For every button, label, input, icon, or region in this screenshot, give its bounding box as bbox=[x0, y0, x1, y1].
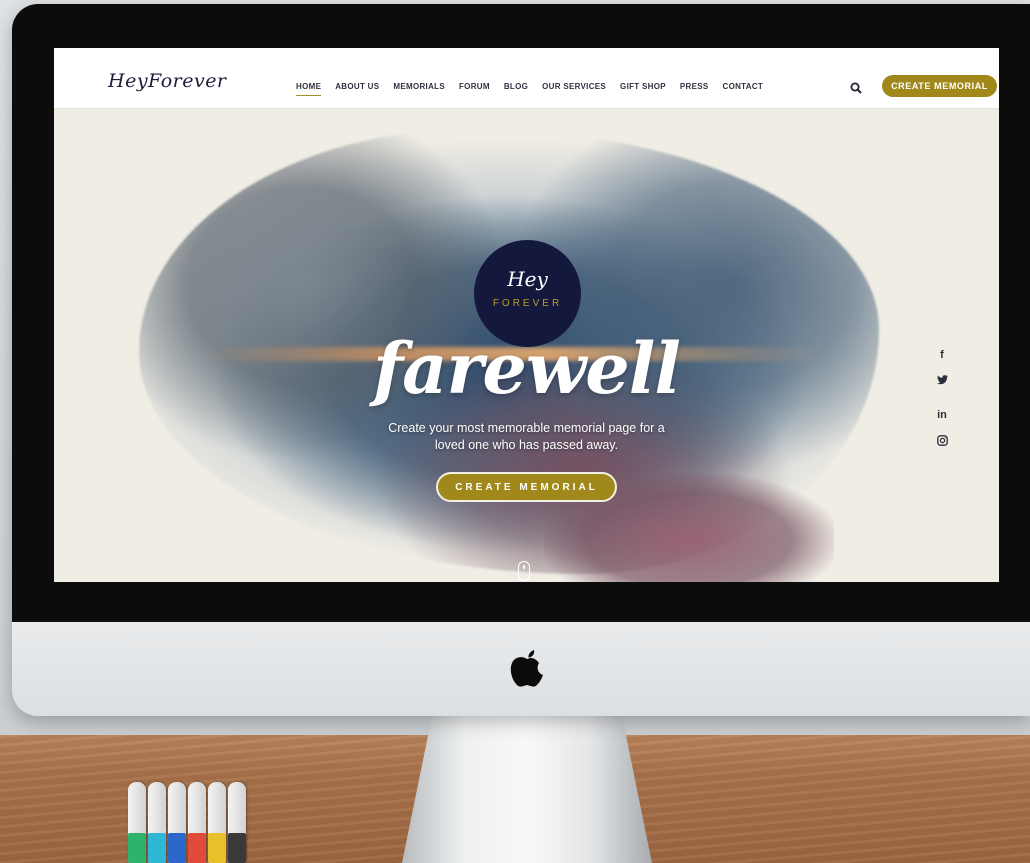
nav-item-gift-shop[interactable]: GIFT SHOP bbox=[613, 82, 673, 91]
hero-subline-line-1: Create your most memorable memorial page… bbox=[388, 421, 665, 435]
site-logo[interactable]: HeyForever bbox=[108, 70, 227, 92]
imac-stand bbox=[402, 716, 652, 863]
hero-section: Hey FOREVER farewell Create your most me… bbox=[54, 109, 999, 582]
badge-wordmark: FOREVER bbox=[492, 298, 563, 309]
marker bbox=[188, 782, 206, 863]
apple-logo-icon bbox=[510, 650, 543, 687]
nav-item-home[interactable]: HOME bbox=[289, 82, 328, 96]
marker bbox=[228, 782, 246, 863]
nav-item-memorials[interactable]: MEMORIALS bbox=[386, 82, 452, 91]
create-memorial-button-hero[interactable]: CREATE MEMORIAL bbox=[436, 472, 617, 502]
nav-item-our-services[interactable]: OUR SERVICES bbox=[535, 82, 613, 91]
top-navbar: HeyForever HOME ABOUT US MEMORIALS FORUM… bbox=[54, 48, 999, 109]
social-links: f in bbox=[932, 345, 952, 465]
nav-item-press[interactable]: PRESS bbox=[673, 82, 716, 91]
website-screen: HeyForever HOME ABOUT US MEMORIALS FORUM… bbox=[54, 48, 999, 582]
twitter-icon[interactable] bbox=[932, 375, 952, 395]
marker-set bbox=[128, 782, 258, 863]
marker bbox=[168, 782, 186, 863]
marker bbox=[148, 782, 166, 863]
nav-item-about-us[interactable]: ABOUT US bbox=[328, 82, 386, 91]
hero-subline: Create your most memorable memorial page… bbox=[54, 420, 999, 454]
badge-script-text: Hey bbox=[507, 267, 548, 291]
nav-item-contact[interactable]: CONTACT bbox=[716, 82, 771, 91]
nav-item-blog[interactable]: BLOG bbox=[497, 82, 535, 91]
linkedin-icon[interactable]: in bbox=[932, 405, 952, 425]
scroll-mouse-icon[interactable] bbox=[518, 561, 530, 581]
facebook-icon[interactable]: f bbox=[932, 345, 952, 365]
instagram-icon[interactable] bbox=[932, 435, 952, 455]
main-nav: HOME ABOUT US MEMORIALS FORUM BLOG OUR S… bbox=[289, 82, 771, 96]
create-memorial-button-header[interactable]: CREATE MEMORIAL bbox=[882, 75, 997, 97]
marker bbox=[128, 782, 146, 863]
marker bbox=[208, 782, 226, 863]
search-icon[interactable] bbox=[850, 82, 862, 94]
hero-subline-line-2: loved one who has passed away. bbox=[434, 438, 619, 452]
nav-item-forum[interactable]: FORUM bbox=[452, 82, 497, 91]
hero-headline: farewell bbox=[373, 327, 681, 410]
